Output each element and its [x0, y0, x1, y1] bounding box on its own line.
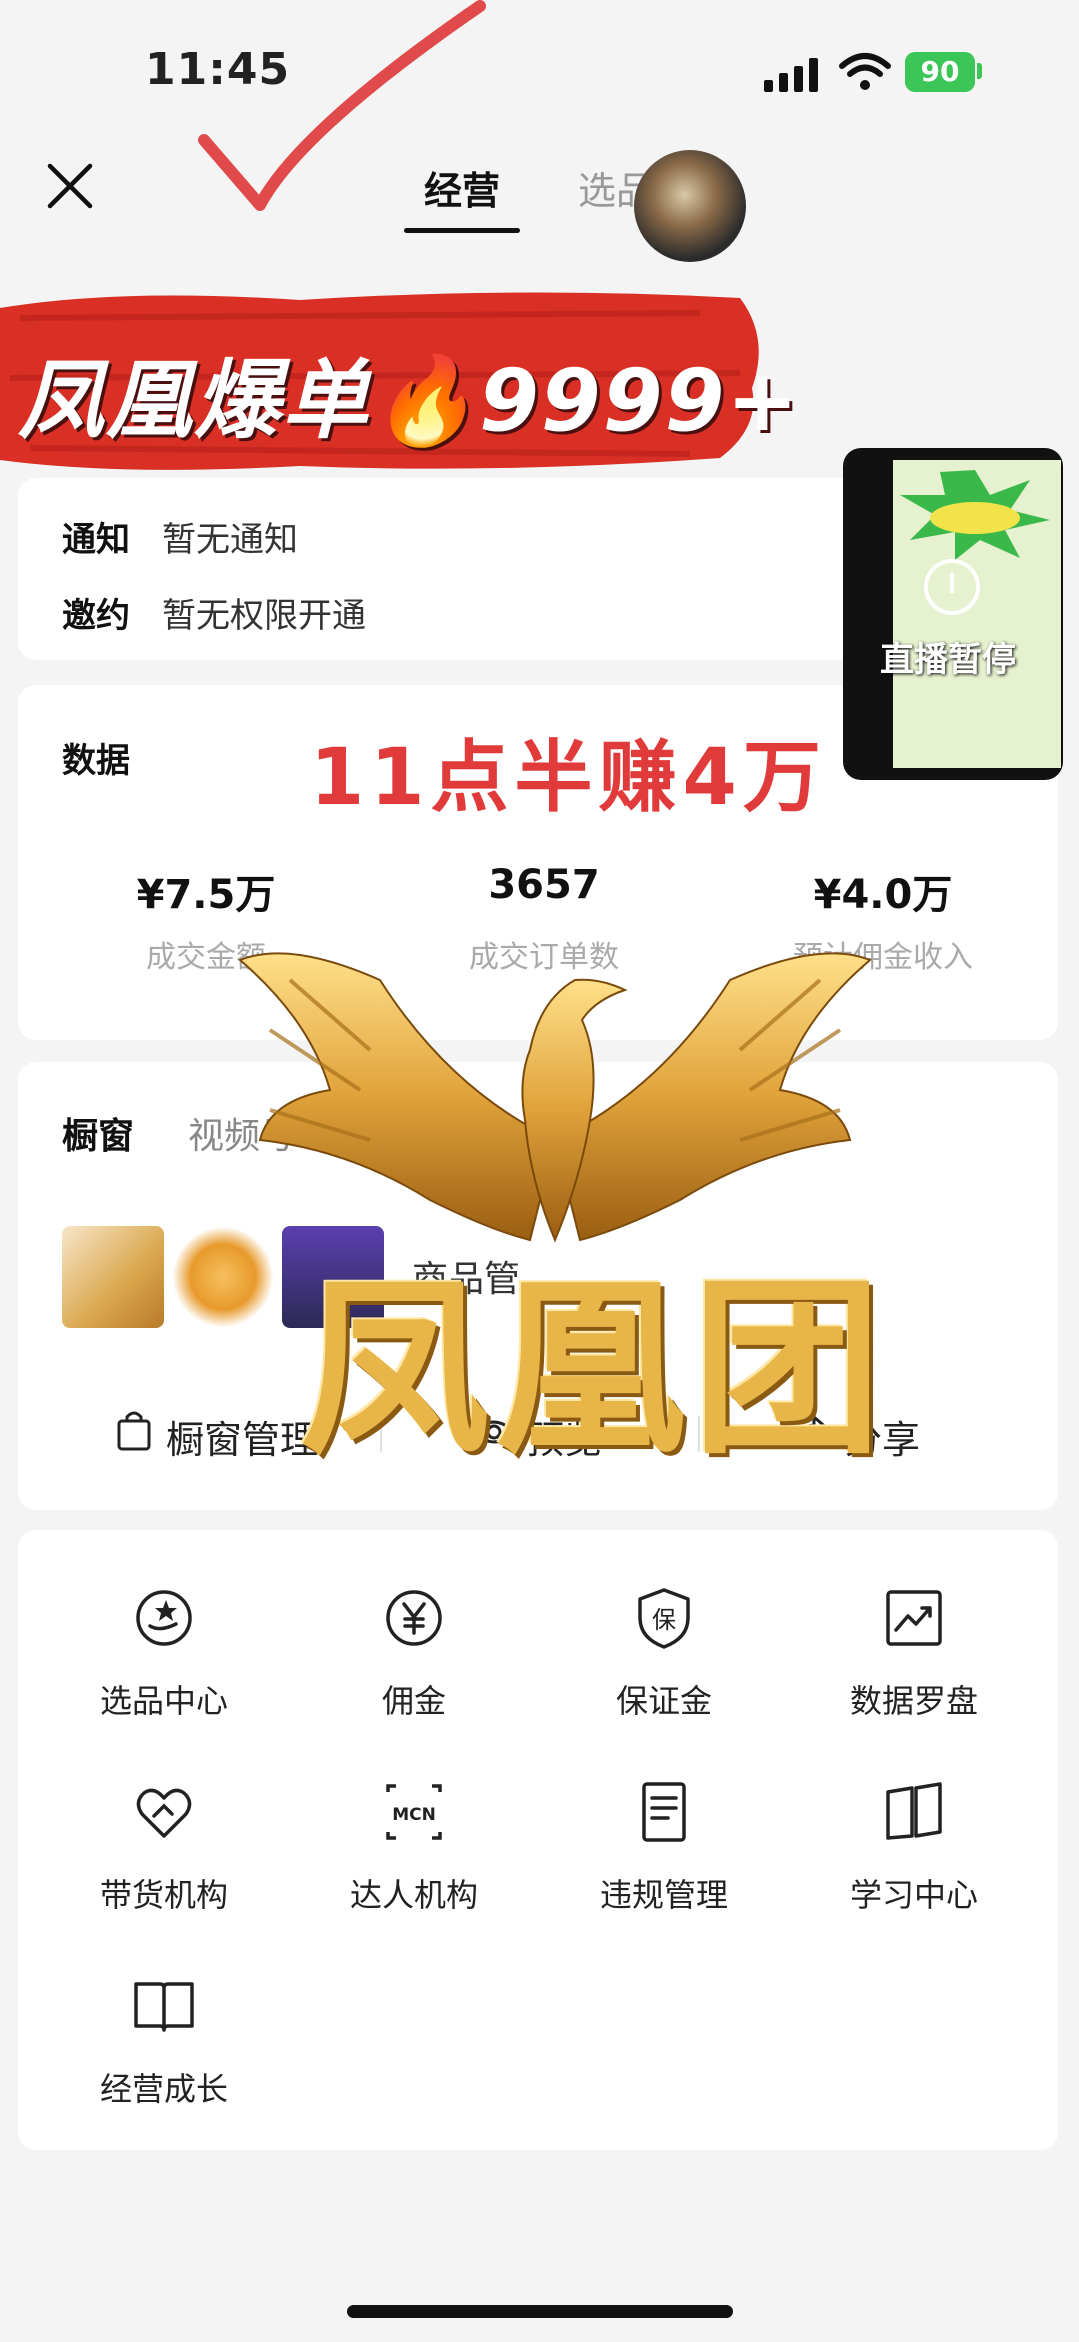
yen-icon [386, 1590, 442, 1646]
tool-deposit[interactable]: 保 保证金 [564, 1586, 764, 1722]
invite-label: 邀约 [62, 596, 130, 636]
notify-value[interactable]: 暂无通知 [162, 512, 298, 561]
tool-label: 选品中心 [99, 1682, 228, 1720]
tool-business-growth[interactable]: 经营成长 [64, 1974, 264, 2110]
tool-label: 数据罗盘 [849, 1682, 978, 1720]
tab-operation[interactable]: 经营 [424, 160, 500, 215]
mcn-icon: MCN [386, 1784, 442, 1840]
tool-label: 违规管理 [599, 1876, 728, 1914]
svg-text:MCN: MCN [392, 1805, 436, 1825]
metric-gmv-value[interactable]: ¥7.5万 [56, 862, 356, 920]
document-icon [642, 1782, 686, 1842]
wifi-icon [839, 53, 891, 90]
svg-text:保: 保 [652, 1606, 676, 1634]
tool-data-compass[interactable]: 数据罗盘 [814, 1586, 1014, 1722]
shopping-bag-icon [117, 1411, 151, 1451]
invite-value[interactable]: 暂无权限开通 [162, 588, 366, 637]
tool-label: 带货机构 [99, 1876, 228, 1914]
tool-label: 学习中心 [849, 1876, 978, 1914]
promo-earnings-text: 11点半赚4万 [310, 733, 827, 823]
tool-commission[interactable]: 佣金 [314, 1586, 514, 1722]
tool-violation-manage[interactable]: 违规管理 [564, 1780, 764, 1916]
select-goods-icon [136, 1590, 192, 1646]
close-icon[interactable] [44, 160, 96, 212]
window-manage-button[interactable]: 橱窗管理 [166, 1409, 318, 1464]
tool-sales-agency[interactable]: 带货机构 [64, 1780, 264, 1916]
metric-commission-value[interactable]: ¥4.0万 [733, 862, 1033, 920]
tool-label: 保证金 [615, 1682, 712, 1720]
tool-label: 达人机构 [349, 1876, 478, 1914]
tab-active-underline [404, 228, 520, 233]
live-status-text: 直播暂停 [880, 640, 1016, 680]
tool-talent-agency[interactable]: MCN 达人机构 [314, 1780, 514, 1916]
phoenix-group-text: 凤凰团 [300, 1259, 889, 1480]
book-icon [134, 1982, 194, 2032]
product-thumb[interactable] [62, 1226, 164, 1328]
trend-chart-icon [886, 1590, 942, 1646]
tool-label: 佣金 [381, 1682, 446, 1720]
home-indicator [347, 2305, 733, 2318]
book-open-icon [886, 1782, 942, 1840]
battery-tip [977, 63, 982, 79]
notify-label: 通知 [62, 520, 130, 560]
pause-info-icon [924, 559, 980, 615]
data-title: 数据 [62, 741, 130, 781]
tool-select-goods-center[interactable]: 选品中心 [64, 1586, 264, 1722]
avatar[interactable] [634, 150, 746, 262]
battery-indicator: 90 [905, 52, 975, 92]
tab-window[interactable]: 橱窗 [62, 1107, 134, 1159]
live-burst-graphic [900, 470, 1050, 560]
banner-title: 凤凰爆单🔥9999+ [18, 351, 801, 451]
tool-learning-center[interactable]: 学习中心 [814, 1780, 1014, 1916]
signal-icon [764, 58, 818, 92]
heart-handshake-icon [136, 1788, 192, 1838]
tool-label: 经营成长 [99, 2070, 228, 2108]
metric-orders-value[interactable]: 3657 [394, 862, 694, 908]
shield-bao-icon: 保 [638, 1588, 690, 1649]
